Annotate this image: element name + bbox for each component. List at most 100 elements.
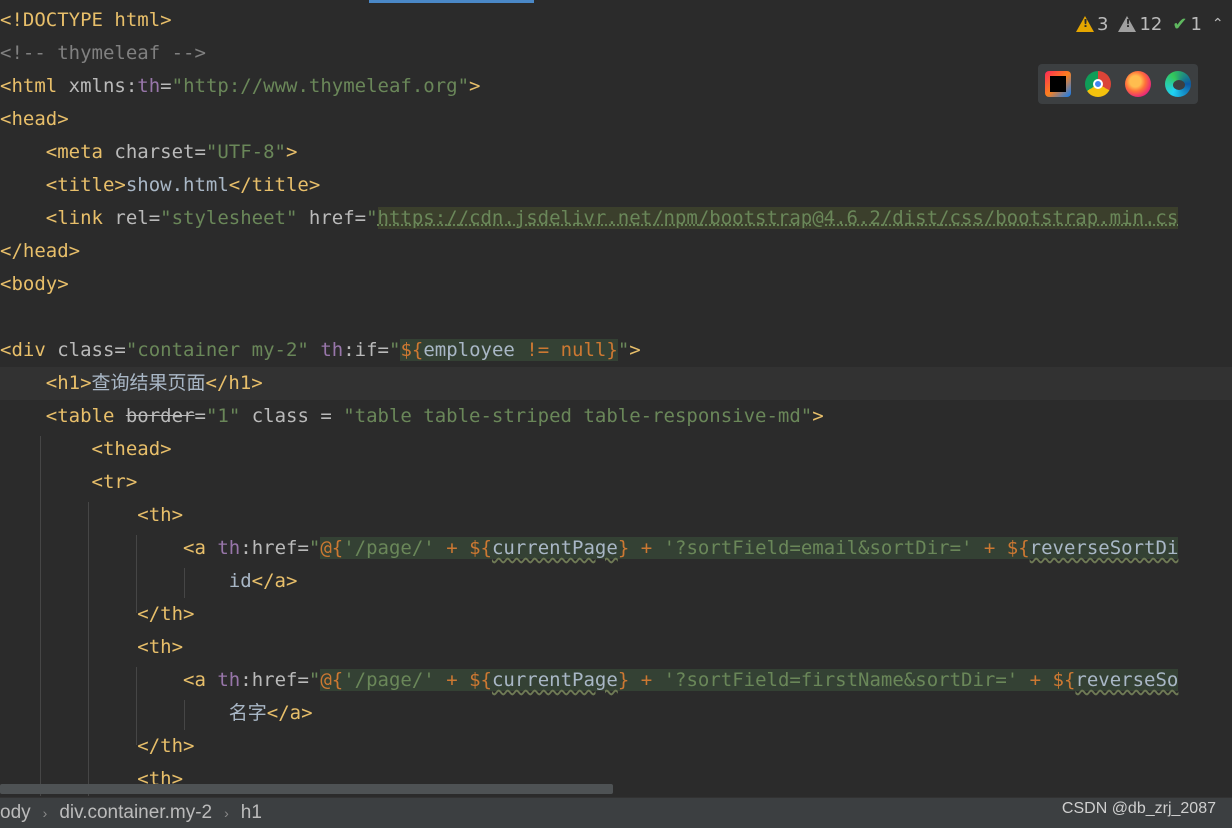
- code-token: <head>: [0, 108, 69, 130]
- active-tab-indicator: [369, 0, 534, 3]
- code-token: border: [125, 405, 195, 427]
- code-token: "UTF-8": [205, 141, 286, 163]
- code-token: ${: [1006, 537, 1030, 559]
- code-token: ": [617, 339, 630, 361]
- code-token: ${: [469, 669, 492, 691]
- chrome-icon[interactable]: [1085, 71, 1111, 97]
- code-token: </th>: [0, 603, 195, 625]
- code-line[interactable]: <a th:href="@{'/page/' + ${currentPage} …: [0, 532, 1179, 565]
- code-token: >: [812, 405, 824, 427]
- code-token: +: [629, 537, 664, 559]
- code-line[interactable]: </head>: [0, 235, 80, 268]
- code-line[interactable]: <table border="1" class = "table table-s…: [0, 400, 824, 433]
- code-token: class=: [45, 339, 126, 361]
- chevron-up-icon[interactable]: ⌃: [1212, 16, 1224, 32]
- code-line[interactable]: <title>show.html</title>: [0, 169, 321, 202]
- checkmark-icon: ✔: [1172, 13, 1188, 35]
- code-token: <div: [0, 339, 46, 361]
- inspection-widget[interactable]: 3 12 ✔ 1 ⌃: [1076, 10, 1224, 38]
- warning-icon: [1076, 16, 1094, 32]
- code-token: <!-- thymeleaf -->: [0, 42, 206, 64]
- weak-warnings-indicator[interactable]: 12: [1118, 14, 1162, 35]
- code-token: ${: [400, 339, 424, 361]
- code-line[interactable]: </th>: [0, 598, 194, 631]
- code-line[interactable]: <head>: [0, 103, 69, 136]
- code-token: '?sortField=email&sortDir=': [663, 537, 973, 559]
- code-line[interactable]: <html xmlns:th="http://www.thymeleaf.org…: [0, 70, 481, 103]
- code-line[interactable]: <tr>: [0, 466, 138, 499]
- code-line[interactable]: id</a>: [0, 565, 298, 598]
- chevron-right-icon: ›: [224, 805, 229, 821]
- code-token: </h1>: [205, 372, 263, 394]
- code-token: "container my-2": [125, 339, 309, 361]
- code-token: :href=: [240, 537, 309, 559]
- code-token: @{: [320, 537, 344, 559]
- code-token: '?sortField=firstName&sortDir=': [663, 669, 1019, 691]
- code-token: +: [434, 669, 470, 691]
- warnings-indicator[interactable]: 3: [1076, 14, 1108, 35]
- code-token: charset=: [102, 141, 206, 163]
- code-token: currentPage: [491, 669, 618, 691]
- code-token: th: [217, 537, 241, 559]
- code-line[interactable]: <a th:href="@{'/page/' + ${currentPage} …: [0, 664, 1179, 697]
- code-line[interactable]: <th>: [0, 631, 183, 664]
- breadcrumb-h1[interactable]: h1: [241, 802, 262, 824]
- code-token: id: [0, 570, 252, 592]
- code-token: <h1>: [0, 372, 92, 394]
- weak-warnings-count: 12: [1139, 13, 1163, 35]
- code-token: "1": [205, 405, 241, 427]
- intellij-idea-icon[interactable]: [1045, 71, 1071, 97]
- code-editor[interactable]: <!DOCTYPE html> <!-- thymeleaf --> <html x…: [0, 4, 1232, 796]
- code-token: '/page/': [343, 669, 435, 691]
- code-token: show.html: [125, 174, 229, 196]
- code-line[interactable]: <th>: [0, 499, 183, 532]
- code-token: th: [217, 669, 241, 691]
- code-line[interactable]: <link rel="stylesheet" href="https://cdn…: [0, 202, 1179, 235]
- firefox-icon[interactable]: [1125, 71, 1151, 97]
- code-token: ${: [1052, 669, 1076, 691]
- code-token: ": [308, 669, 321, 691]
- code-token: <th>: [0, 504, 184, 526]
- code-token: :href=: [240, 669, 309, 691]
- code-token: 查询结果页面: [91, 372, 206, 394]
- code-line[interactable]: <h1>查询结果页面</h1>: [0, 367, 1232, 400]
- code-token: :if=: [343, 339, 389, 361]
- code-token: class =: [240, 405, 344, 427]
- breadcrumb-body[interactable]: ody: [0, 802, 31, 824]
- code-token: xmlns:: [57, 75, 138, 97]
- code-token: </a>: [266, 702, 313, 724]
- code-token: </th>: [0, 735, 195, 757]
- code-token: }: [617, 537, 630, 559]
- code-token: '/page/': [343, 537, 435, 559]
- code-token: <thead>: [0, 438, 172, 460]
- code-token: =: [194, 405, 206, 427]
- code-token: th: [137, 75, 161, 97]
- code-token: <link: [0, 207, 103, 229]
- code-token: ": [366, 207, 378, 229]
- code-token: +: [629, 669, 664, 691]
- code-token: <table: [0, 405, 115, 427]
- typos-indicator[interactable]: ✔ 1: [1172, 14, 1202, 35]
- code-token: ${: [469, 537, 492, 559]
- breadcrumb-div-container[interactable]: div.container.my-2: [59, 802, 212, 824]
- code-token: "table table-striped table-responsive-md…: [343, 405, 813, 427]
- code-line[interactable]: <body>: [0, 268, 69, 301]
- code-token: <a: [0, 669, 206, 691]
- code-line[interactable]: <div class="container my-2" th:if="${emp…: [0, 334, 641, 367]
- code-token: ": [388, 339, 401, 361]
- code-token: href=: [297, 207, 367, 229]
- code-line[interactable]: <thead>: [0, 433, 172, 466]
- code-token: >: [469, 75, 481, 97]
- code-token: >: [629, 339, 641, 361]
- edge-icon[interactable]: [1165, 71, 1191, 97]
- code-token: https://cdn.jsdelivr.net/npm/bootstrap@4…: [377, 207, 1179, 229]
- code-line[interactable]: <meta charset="UTF-8">: [0, 136, 298, 169]
- horizontal-scrollbar-thumb[interactable]: [0, 784, 613, 794]
- code-line[interactable]: </th>: [0, 730, 194, 763]
- code-line[interactable]: <!-- thymeleaf -->: [0, 37, 206, 70]
- code-line[interactable]: 名字</a>: [0, 697, 313, 730]
- code-token: }: [606, 339, 618, 361]
- code-line[interactable]: <!DOCTYPE html>: [0, 4, 172, 37]
